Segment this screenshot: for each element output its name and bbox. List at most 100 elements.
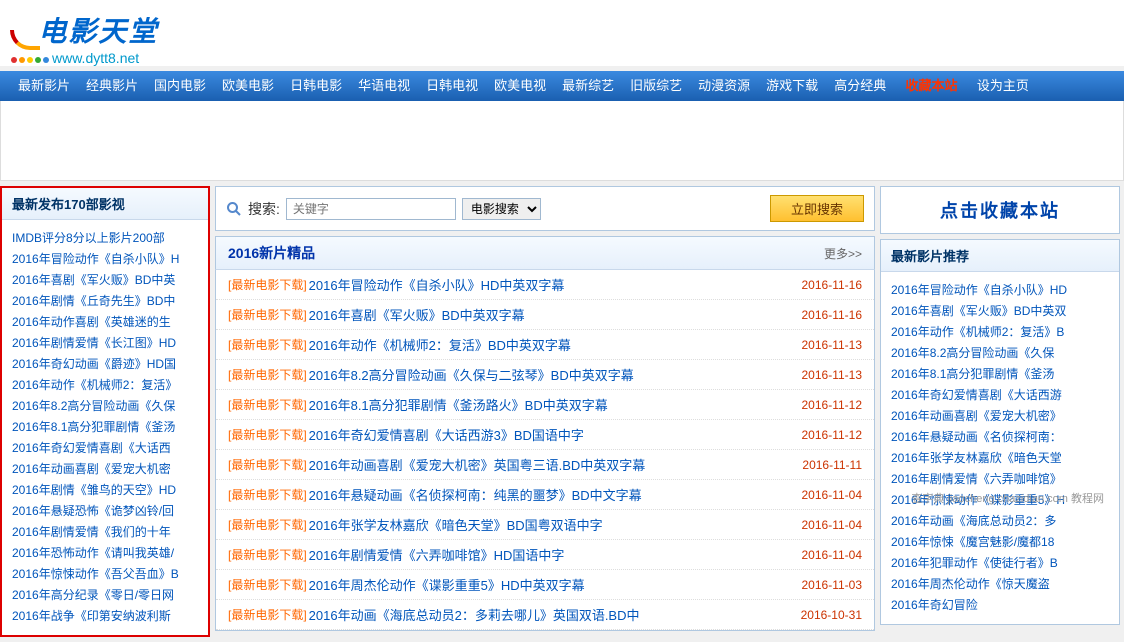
- list-item[interactable]: 2016年喜剧《军火贩》BD中英: [12, 270, 198, 291]
- list-item[interactable]: 2016年动作喜剧《英雄迷的生: [12, 312, 198, 333]
- nav-item[interactable]: 欧美电影: [214, 71, 282, 101]
- list-item[interactable]: 2016年战争《印第安纳波利斯: [12, 606, 198, 627]
- news-link[interactable]: 2016年周杰伦动作《谍影重重5》HD中英双字幕: [309, 575, 794, 594]
- list-item[interactable]: 2016年动画喜剧《爱宠大机密》: [891, 406, 1109, 427]
- news-link[interactable]: 2016年奇幻爱情喜剧《大话西游3》BD国语中字: [309, 425, 794, 444]
- news-link[interactable]: 2016年剧情爱情《六弄咖啡馆》HD国语中字: [309, 545, 794, 564]
- list-item[interactable]: 2016年冒险动作《自杀小队》H: [12, 249, 198, 270]
- search-input[interactable]: [286, 198, 456, 220]
- list-item[interactable]: 2016年剧情《丘奇先生》BD中: [12, 291, 198, 312]
- news-link[interactable]: 2016年动画喜剧《爱宠大机密》英国粤三语.BD中英双字幕: [309, 455, 795, 474]
- list-item: [最新电影下载]2016年周杰伦动作《谍影重重5》HD中英双字幕2016-11-…: [216, 570, 874, 600]
- watermark: 查字典 jiaocheng.chazidian.com 教程网: [911, 490, 1104, 506]
- list-item: [最新电影下载]2016年8.2高分冒险动画《久保与二弦琴》BD中英双字幕201…: [216, 360, 874, 390]
- nav-item[interactable]: 国内电影: [146, 71, 214, 101]
- recommend-panel: 最新影片推荐 2016年冒险动作《自杀小队》HD2016年喜剧《军火贩》BD中英…: [880, 239, 1120, 625]
- new-picks-more-link[interactable]: 更多>>: [824, 245, 862, 262]
- news-link[interactable]: 2016年冒险动作《自杀小队》HD中英双字幕: [309, 275, 794, 294]
- list-item[interactable]: 2016年恐怖动作《请叫我英雄/: [12, 543, 198, 564]
- list-item[interactable]: 2016年犯罪动作《使徒行者》B: [891, 553, 1109, 574]
- news-date: 2016-11-16: [802, 278, 863, 292]
- list-item[interactable]: IMDB评分8分以上影片200部: [12, 228, 198, 249]
- list-item[interactable]: 2016年剧情爱情《长江图》HD: [12, 333, 198, 354]
- news-link[interactable]: 2016年8.1高分犯罪剧情《釜汤路火》BD中英双字幕: [309, 395, 794, 414]
- list-item[interactable]: 2016年8.1高分犯罪剧情《釜汤: [891, 364, 1109, 385]
- news-link[interactable]: 2016年动作《机械师2：复活》BD中英双字幕: [309, 335, 794, 354]
- logo-text: 电影天堂: [38, 16, 158, 47]
- news-link[interactable]: 2016年动画《海底总动员2：多莉去哪儿》英国双语.BD中: [309, 605, 793, 624]
- list-item[interactable]: 2016年奇幻冒险: [891, 595, 1109, 616]
- news-tag: [最新电影下载]: [228, 396, 307, 413]
- list-item[interactable]: 2016年动作《机械师2：复活》B: [891, 322, 1109, 343]
- news-tag: [最新电影下载]: [228, 336, 307, 353]
- latest-release-title: 最新发布170部影视: [2, 188, 208, 220]
- news-link[interactable]: 2016年张学友林嘉欣《暗色天堂》BD国粤双语中字: [309, 515, 794, 534]
- new-picks-list: [最新电影下载]2016年冒险动作《自杀小队》HD中英双字幕2016-11-16…: [215, 270, 875, 631]
- list-item[interactable]: 2016年高分纪录《零日/零日网: [12, 585, 198, 606]
- news-link[interactable]: 2016年8.2高分冒险动画《久保与二弦琴》BD中英双字幕: [309, 365, 794, 384]
- search-button[interactable]: 立即搜索: [770, 195, 864, 222]
- list-item: [最新电影下载]2016年悬疑动画《名侦探柯南：纯黑的噩梦》BD中文字幕2016…: [216, 480, 874, 510]
- nav-item[interactable]: 欧美电视: [486, 71, 554, 101]
- nav-item[interactable]: 日韩电影: [282, 71, 350, 101]
- list-item[interactable]: 2016年冒险动作《自杀小队》HD: [891, 280, 1109, 301]
- bookmark-text: 点击收藏本站: [940, 201, 1060, 221]
- list-item: [最新电影下载]2016年剧情爱情《六弄咖啡馆》HD国语中字2016-11-04: [216, 540, 874, 570]
- list-item[interactable]: 2016年喜剧《军火贩》BD中英双: [891, 301, 1109, 322]
- news-tag: [最新电影下载]: [228, 516, 307, 533]
- header: 电影天堂 www.dytt8.net: [0, 0, 1124, 66]
- nav-item[interactable]: 旧版综艺: [622, 71, 690, 101]
- nav-item[interactable]: 经典影片: [78, 71, 146, 101]
- list-item[interactable]: 2016年张学友林嘉欣《暗色天堂: [891, 448, 1109, 469]
- nav-item[interactable]: 最新综艺: [554, 71, 622, 101]
- news-link[interactable]: 2016年喜剧《军火贩》BD中英双字幕: [309, 305, 794, 324]
- new-picks-title: 2016新片精品: [228, 243, 315, 263]
- list-item[interactable]: 2016年动画《海底总动员2：多: [891, 511, 1109, 532]
- list-item[interactable]: 2016年剧情《雏鸟的天空》HD: [12, 480, 198, 501]
- nav-bookmark[interactable]: 收藏本站: [898, 71, 966, 101]
- list-item[interactable]: 2016年8.1高分犯罪剧情《釜汤: [12, 417, 198, 438]
- recommend-title: 最新影片推荐: [881, 240, 1119, 272]
- list-item[interactable]: 2016年动画喜剧《爱宠大机密: [12, 459, 198, 480]
- list-item[interactable]: 2016年8.2高分冒险动画《久保: [12, 396, 198, 417]
- list-item[interactable]: 2016年悬疑动画《名侦探柯南：: [891, 427, 1109, 448]
- news-link[interactable]: 2016年悬疑动画《名侦探柯南：纯黑的噩梦》BD中文字幕: [309, 485, 794, 504]
- nav-item[interactable]: 华语电视: [350, 71, 418, 101]
- list-item[interactable]: 2016年动作《机械师2：复活》: [12, 375, 198, 396]
- news-date: 2016-11-04: [802, 488, 863, 502]
- list-item[interactable]: 2016年悬疑恐怖《诡梦凶铃/回: [12, 501, 198, 522]
- list-item[interactable]: 2016年周杰伦动作《惊天魔盗: [891, 574, 1109, 595]
- logo-dots-icon: [10, 50, 50, 66]
- list-item: [最新电影下载]2016年动画喜剧《爱宠大机密》英国粤三语.BD中英双字幕201…: [216, 450, 874, 480]
- list-item[interactable]: 2016年8.2高分冒险动画《久保: [891, 343, 1109, 364]
- nav-item[interactable]: 动漫资源: [690, 71, 758, 101]
- main-nav: 最新影片经典影片国内电影欧美电影日韩电影华语电视日韩电视欧美电视最新综艺旧版综艺…: [0, 71, 1124, 101]
- nav-set-homepage[interactable]: 设为主页: [969, 71, 1037, 101]
- search-category-select[interactable]: 电影搜索: [462, 198, 541, 220]
- list-item: [最新电影下载]2016年奇幻爱情喜剧《大话西游3》BD国语中字2016-11-…: [216, 420, 874, 450]
- list-item[interactable]: 2016年惊悚《魔宫魅影/魔都18: [891, 532, 1109, 553]
- list-item[interactable]: 2016年惊悚动作《吾父吾血》B: [12, 564, 198, 585]
- news-tag: [最新电影下载]: [228, 366, 307, 383]
- list-item[interactable]: 2016年奇幻动画《爵迹》HD国: [12, 354, 198, 375]
- nav-item[interactable]: 最新影片: [10, 71, 78, 101]
- list-item: [最新电影下载]2016年动作《机械师2：复活》BD中英双字幕2016-11-1…: [216, 330, 874, 360]
- site-logo[interactable]: 电影天堂 www.dytt8.net: [10, 10, 158, 66]
- list-item: [最新电影下载]2016年张学友林嘉欣《暗色天堂》BD国粤双语中字2016-11…: [216, 510, 874, 540]
- list-item[interactable]: 2016年剧情爱情《我们的十年: [12, 522, 198, 543]
- list-item[interactable]: 2016年剧情爱情《六弄咖啡馆》: [891, 469, 1109, 490]
- news-tag: [最新电影下载]: [228, 606, 307, 623]
- nav-item[interactable]: 游戏下载: [758, 71, 826, 101]
- nav-item[interactable]: 高分经典: [826, 71, 894, 101]
- list-item[interactable]: 2016年奇幻爱情喜剧《大话西游: [891, 385, 1109, 406]
- nav-item[interactable]: 日韩电视: [418, 71, 486, 101]
- search-icon: [226, 201, 242, 217]
- bookmark-panel[interactable]: 点击收藏本站: [880, 186, 1120, 234]
- list-item: [最新电影下载]2016年冒险动作《自杀小队》HD中英双字幕 2016-11-16: [216, 270, 874, 300]
- news-tag: [最新电影下载]: [228, 576, 307, 593]
- search-label: 搜索:: [248, 199, 280, 219]
- nav-items: 最新影片经典影片国内电影欧美电影日韩电影华语电视日韩电视欧美电视最新综艺旧版综艺…: [10, 79, 894, 93]
- news-tag: [最新电影下载]: [228, 276, 307, 293]
- list-item[interactable]: 2016年奇幻爱情喜剧《大话西: [12, 438, 198, 459]
- news-tag: [最新电影下载]: [228, 426, 307, 443]
